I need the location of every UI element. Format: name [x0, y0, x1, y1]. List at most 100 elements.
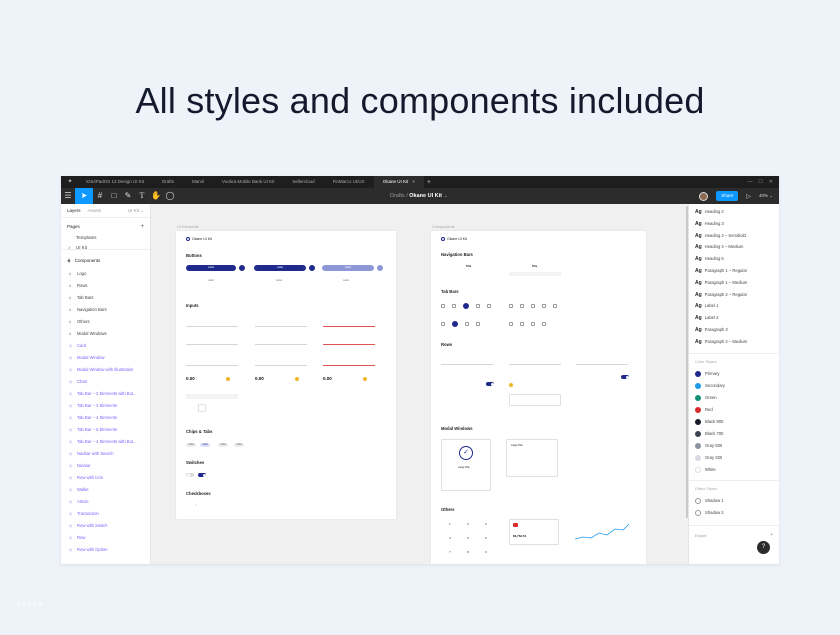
- keypad-key[interactable]: 9: [485, 550, 487, 554]
- keypad-key[interactable]: 1: [449, 522, 451, 526]
- layer-item[interactable]: ◇ Chart: [61, 376, 150, 388]
- layer-item[interactable]: ◇ Tab Bar – 5 Elements: [61, 424, 150, 436]
- text-style-item[interactable]: Ag Heading 5: [695, 256, 724, 262]
- file-tab[interactable]: iOS/iPadOS 13 Design UI Kit: [77, 176, 153, 188]
- canvas-scrollbar[interactable]: [686, 206, 688, 518]
- page-item-ui-kit[interactable]: ✓ UI Kit: [61, 240, 150, 250]
- chip-sample-active[interactable]: Label: [200, 443, 210, 447]
- tab-layers[interactable]: Layers: [67, 208, 81, 213]
- tab-bar-icon[interactable]: [542, 304, 546, 308]
- layer-item[interactable]: ◇ Row with Option: [61, 544, 150, 556]
- icon-button-sample[interactable]: [239, 265, 245, 271]
- layer-item[interactable]: ◇ Navbar with Search: [61, 448, 150, 460]
- chip-sample[interactable]: Label: [234, 443, 244, 447]
- maximize-icon[interactable]: ☐: [758, 179, 762, 185]
- modal-window-sample[interactable]: Large Title: [506, 439, 558, 477]
- text-style-item[interactable]: Ag Paragraph 3: [695, 327, 728, 333]
- chevron-down-icon[interactable]: ⌄: [444, 193, 449, 199]
- hand-tool-icon[interactable]: ✋: [149, 188, 163, 204]
- chevron-left-icon[interactable]: [186, 404, 192, 410]
- main-menu-icon[interactable]: ☰: [61, 188, 75, 204]
- layer-item[interactable]: ◇ Navbar: [61, 460, 150, 472]
- canvas[interactable]: UI Elements Okane UI Kit Buttons Label L…: [151, 204, 688, 564]
- add-export-icon[interactable]: +: [770, 532, 773, 538]
- primary-button-sample[interactable]: Label: [254, 265, 306, 271]
- row-switch-sample[interactable]: [621, 375, 629, 379]
- tab-bar-icon[interactable]: [509, 304, 513, 308]
- tab-bar-icon[interactable]: [509, 322, 513, 326]
- components-header[interactable]: ⋕ Components: [61, 250, 150, 268]
- color-style-item[interactable]: Gray 200: [695, 455, 722, 461]
- layer-item[interactable]: # Others: [61, 316, 150, 328]
- tab-bar-selected-icon[interactable]: [463, 303, 469, 309]
- frame-label-components[interactable]: Components: [432, 224, 455, 229]
- disabled-icon-button-sample[interactable]: [377, 265, 383, 271]
- layer-item[interactable]: # Tab Bars: [61, 292, 150, 304]
- layer-item[interactable]: ◇ Row with Icon: [61, 472, 150, 484]
- row-card-sample[interactable]: [509, 394, 561, 406]
- keypad-key[interactable]: 5: [467, 536, 469, 540]
- frame-tool-icon[interactable]: #: [93, 188, 107, 204]
- color-style-item[interactable]: Gray 500: [695, 443, 722, 449]
- page-item-templates[interactable]: Templates: [61, 230, 150, 240]
- file-tab[interactable]: Marvil: [183, 176, 213, 188]
- color-style-item[interactable]: Black 900: [695, 419, 723, 425]
- tab-bar-icon[interactable]: [531, 304, 535, 308]
- color-style-item[interactable]: White: [695, 467, 716, 473]
- layer-item[interactable]: ◇ Tab Bar – 4 Elements: [61, 412, 150, 424]
- switch-on-sample[interactable]: [198, 473, 206, 477]
- checkbox-sample[interactable]: ✓: [195, 504, 197, 507]
- text-style-item[interactable]: Ag Paragraph 1 – Medium: [695, 280, 747, 286]
- text-tool-icon[interactable]: T: [135, 188, 149, 204]
- layer-item[interactable]: # Rows: [61, 280, 150, 292]
- search-field-sample[interactable]: [186, 394, 238, 399]
- layer-item[interactable]: # Modal Windows: [61, 328, 150, 340]
- file-tab[interactable]: FinMarco UI/UX: [324, 176, 374, 188]
- color-style-item[interactable]: Black 700: [695, 431, 723, 437]
- text-button-sample[interactable]: Label: [343, 279, 349, 282]
- wallet-card-sample[interactable]: $3,764.51: [509, 519, 559, 545]
- keypad-key[interactable]: 2: [467, 522, 469, 526]
- file-tab[interactable]: Sellercloud: [283, 176, 323, 188]
- file-tab[interactable]: Drafts: [153, 176, 183, 188]
- file-tab[interactable]: Okane UI Kit ×: [373, 176, 424, 188]
- text-style-item[interactable]: Ag Heading 4 – Semibold: [695, 233, 746, 239]
- text-style-item[interactable]: Ag Label 1: [695, 303, 718, 309]
- tab-bar-icon[interactable]: [542, 322, 546, 326]
- frame-label-ui-elements[interactable]: UI Elements: [177, 224, 199, 229]
- layer-item[interactable]: ◇ Modal Window with Illustration: [61, 364, 150, 376]
- export-section[interactable]: Export: [695, 533, 707, 538]
- play-icon[interactable]: ▷: [746, 193, 751, 200]
- layer-item[interactable]: ◇ Article: [61, 496, 150, 508]
- keypad-key[interactable]: 7: [449, 550, 451, 554]
- disabled-button-sample[interactable]: Label: [322, 265, 374, 271]
- layer-item[interactable]: ◇ Tab Bar – 2 Elements with But...: [61, 388, 150, 400]
- tab-bar-icon[interactable]: [476, 304, 480, 308]
- shape-tool-icon[interactable]: □: [107, 188, 121, 204]
- navbar-search-sample[interactable]: [509, 272, 561, 276]
- layer-item[interactable]: ◇ Tab Bar – 3 Elements: [61, 400, 150, 412]
- zoom-dropdown[interactable]: 40% ⌄: [759, 193, 773, 199]
- pen-tool-icon[interactable]: ✎: [121, 188, 135, 204]
- tab-bar-icon[interactable]: [487, 304, 491, 308]
- comment-tool-icon[interactable]: ◯: [163, 188, 177, 204]
- tab-bar-icon[interactable]: [476, 322, 480, 326]
- breadcrumb-file[interactable]: Okane UI Kit: [409, 193, 442, 199]
- chip-sample[interactable]: Label: [186, 443, 196, 447]
- text-style-item[interactable]: Ag Paragraph 1 – Regular: [695, 268, 747, 274]
- stepper-sample[interactable]: [198, 404, 206, 412]
- breadcrumb[interactable]: Drafts / Okane UI Kit ⌄: [390, 188, 448, 204]
- effect-style-item[interactable]: Shadow 2: [695, 510, 724, 516]
- layer-item[interactable]: # Logo: [61, 268, 150, 280]
- breadcrumb-folder[interactable]: Drafts: [390, 193, 405, 199]
- tab-bar-icon[interactable]: [441, 304, 445, 308]
- layer-item[interactable]: ◇ Transaction: [61, 508, 150, 520]
- row-switch-sample[interactable]: [486, 382, 494, 386]
- frame-ui-elements[interactable]: Okane UI Kit Buttons Label Label Label L…: [176, 231, 396, 519]
- layer-item[interactable]: ◇ Row with Switch: [61, 520, 150, 532]
- tab-bar-selected-icon[interactable]: [452, 321, 458, 327]
- figma-logo-icon[interactable]: ✦: [65, 177, 75, 187]
- share-button[interactable]: Share: [716, 191, 739, 201]
- chip-sample[interactable]: Label: [218, 443, 228, 447]
- color-style-item[interactable]: Secondary: [695, 383, 725, 389]
